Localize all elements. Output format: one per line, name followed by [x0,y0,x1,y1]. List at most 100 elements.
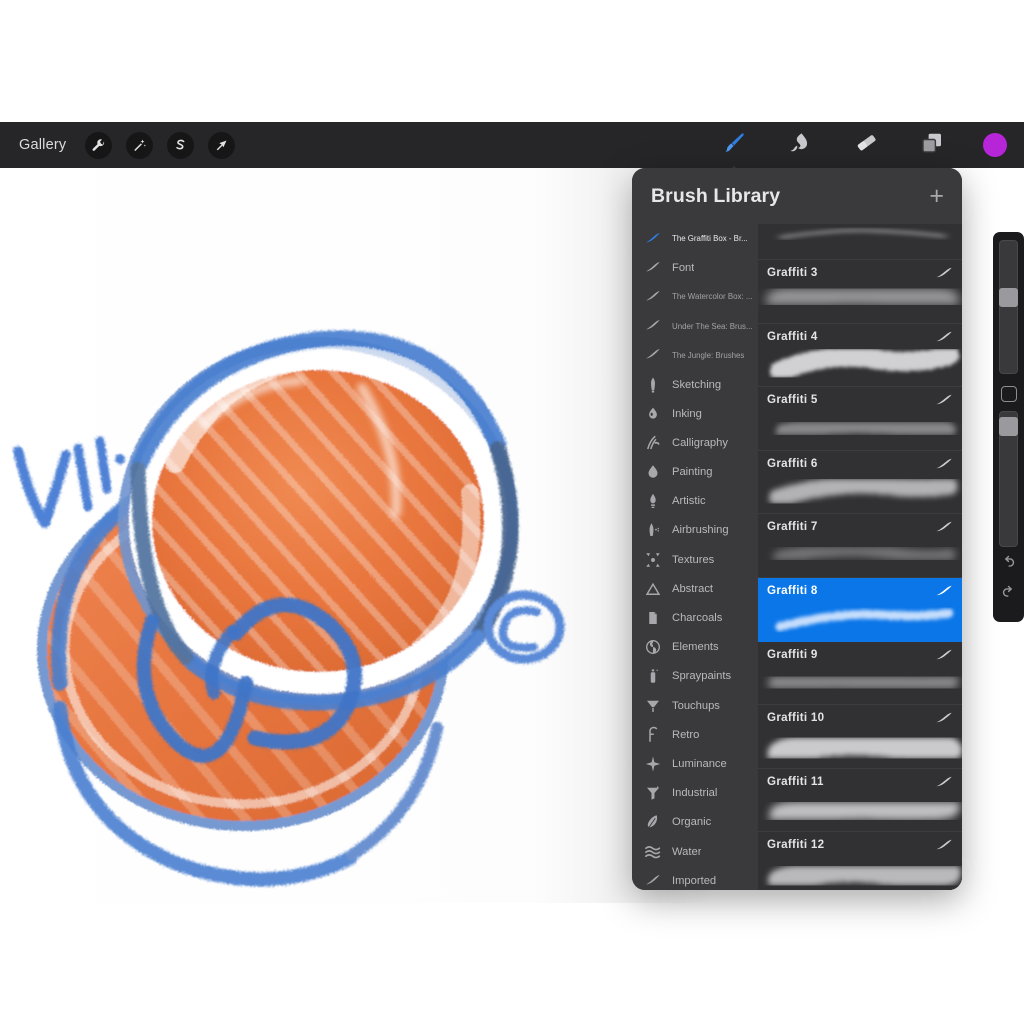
charcoal-icon [643,609,662,628]
redo-arrow-icon [1000,584,1017,606]
brush-item-graffiti-11[interactable]: Graffiti 11 [758,768,962,833]
brush-category-label: Industrial [672,787,718,800]
brush-item-graffiti-7[interactable]: Graffiti 7 [758,514,962,578]
brush-category-painting[interactable]: Painting [632,458,758,487]
brush-size-slider[interactable] [999,240,1018,374]
brush-item-graffiti-5[interactable]: Graffiti 5 [758,387,962,451]
opacity-slider[interactable] [999,411,1018,547]
brush-category-the-watercolor-box[interactable]: The Watercolor Box: ... [632,282,758,311]
brush-category-organic[interactable]: Organic [632,808,758,837]
paint-drop-icon [643,463,662,482]
brush-item-list[interactable]: Graffiti 3 Graffiti 4 Graffiti 5 Graffiti 6… [758,224,962,890]
water-waves-icon [643,842,662,861]
brush-category-label: Calligraphy [672,436,728,449]
brush-item-graffiti-9[interactable]: Graffiti 9 [758,641,962,706]
brush-shape-thumbnail-icon [935,457,952,469]
brush-category-airbrushing[interactable]: Airbrushing [632,516,758,545]
brush-shape-thumbnail-icon [935,838,952,850]
brush-category-label: Painting [672,466,713,479]
brush-category-label: Retro [672,728,700,741]
brush-stroke-preview [758,224,962,259]
brush-category-sketching[interactable]: Sketching [632,370,758,399]
procreate-app: Gallery Brush Library + The Graffiti Box… [0,0,1024,1024]
smudge-tool[interactable] [785,130,815,160]
toolbar-right-group [719,130,1024,177]
brush-library-panel: Brush Library + The Graffiti Box - Br...… [632,168,962,890]
redo-button[interactable] [997,583,1021,607]
brush-category-label: Touchups [672,699,720,712]
brush-category-touchups[interactable]: Touchups [632,691,758,720]
adjustments-wand-button[interactable] [126,131,154,159]
brush-category-industrial[interactable]: Industrial [632,779,758,808]
brush-shape-thumbnail-icon [935,648,952,660]
brush-item-graffiti-12[interactable]: Graffiti 12 [758,832,962,890]
brush-item-label: Graffiti 6 [767,456,818,470]
brush-item-label: Graffiti 5 [767,393,818,407]
color-swatch-button[interactable] [983,133,1007,157]
brush-category-calligraphy[interactable]: Calligraphy [632,428,758,457]
brush-category-artistic[interactable]: Artistic [632,487,758,516]
textures-icon [643,550,662,569]
brush-category-elements[interactable]: Elements [632,633,758,662]
industrial-icon [643,784,662,803]
brush-stroke-icon [643,871,662,890]
brush-shape-thumbnail-icon [935,393,952,405]
smudge-icon [788,131,812,160]
transform-button[interactable] [208,131,236,159]
brush-category-label: Sketching [672,378,722,391]
brush-item-graffiti-10[interactable]: Graffiti 10 [758,705,962,769]
eraser-tool[interactable] [851,130,881,160]
brush-category-under-the-sea-brus[interactable]: Under The Sea: Brus... [632,312,758,341]
add-brush-button[interactable]: + [929,183,944,209]
layers-tool[interactable] [917,130,947,160]
brush-category-luminance[interactable]: Luminance [632,749,758,778]
touchup-icon [643,696,662,715]
brush-category-list[interactable]: The Graffiti Box - Br... Font The Watercol… [632,224,758,890]
top-toolbar: Gallery [0,122,1024,177]
brush-item-label: Graffiti 9 [767,647,818,661]
selection-s-icon [173,138,188,153]
pencil-icon [643,375,662,394]
selection-button[interactable] [167,131,195,159]
brush-item-label: Graffiti 8 [767,583,818,597]
brush-category-textures[interactable]: Textures [632,545,758,574]
brush-category-label: Airbrushing [672,524,729,537]
modify-button[interactable] [1000,386,1017,402]
brush-size-thumb[interactable] [999,288,1018,307]
brush-category-label: Charcoals [672,612,723,625]
actions-wrench-button[interactable] [85,131,113,159]
brush-item-graffiti-4[interactable]: Graffiti 4 [758,323,962,388]
brush-item-graffiti-8[interactable]: Graffiti 8 [758,577,962,642]
brush-item-label: Graffiti 4 [767,329,818,343]
brush-category-retro[interactable]: Retro [632,720,758,749]
brush-category-abstract[interactable]: Abstract [632,574,758,603]
brush-category-the-graffiti-box-br[interactable]: The Graffiti Box - Br... [632,224,758,253]
brush-category-font[interactable]: Font [632,253,758,282]
brush-category-spraypaints[interactable]: Spraypaints [632,662,758,691]
brush-item-graffiti-6[interactable]: Graffiti 6 [758,450,962,515]
brush-item-graffiti-3[interactable]: Graffiti 3 [758,260,962,324]
brush-library-header: Brush Library + [632,168,962,224]
undo-button[interactable] [997,553,1021,577]
opacity-thumb[interactable] [999,417,1018,436]
triangle-icon [643,579,662,598]
brush-category-imported[interactable]: Imported [632,866,758,890]
brush-shape-thumbnail-icon [935,584,952,596]
panel-title: Brush Library [651,184,781,207]
brush-item-label: Graffiti 3 [767,266,818,279]
brush-shape-thumbnail-icon [935,330,952,342]
brush-category-label: Luminance [672,757,727,770]
gallery-button[interactable]: Gallery [14,134,71,156]
brush-category-label: Imported [672,874,717,887]
brush-category-the-jungle-brushes[interactable]: The Jungle: Brushes [632,341,758,370]
wrench-icon [91,138,106,153]
brush-category-charcoals[interactable]: Charcoals [632,603,758,632]
ink-drop-icon [643,404,662,423]
paintbrush-icon [721,130,747,161]
brush-item-partial[interactable] [758,224,962,260]
paint-brush-tool[interactable] [719,130,749,177]
brush-library-body: The Graffiti Box - Br... Font The Watercol… [632,224,962,890]
sparkle-icon [643,754,662,773]
brush-category-inking[interactable]: Inking [632,399,758,428]
brush-category-water[interactable]: Water [632,837,758,866]
